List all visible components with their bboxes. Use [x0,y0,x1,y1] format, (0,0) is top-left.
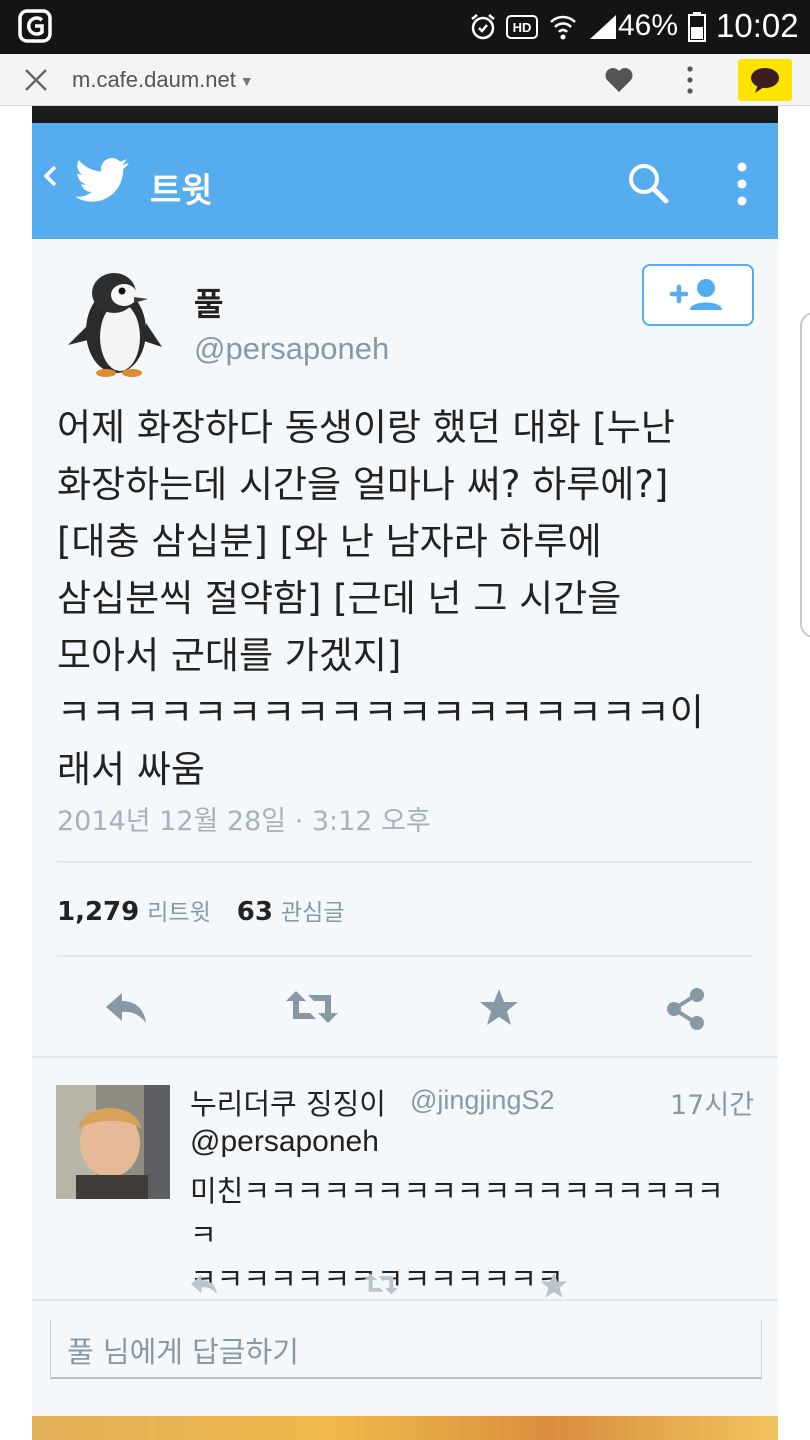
author-handle[interactable]: @persaponeh [194,331,389,367]
reply-line: ㅋㅋㅋㅋㅋㅋㅋㅋㅋㅋㅋㅋㅋㅋ [190,1262,564,1296]
status-icons: HD [470,10,618,44]
tweet-line: ㅋㅋㅋㅋㅋㅋㅋㅋㅋㅋㅋㅋㅋㅋㅋㅋㅋㅋ이 [57,691,704,734]
svg-text:HD: HD [513,20,532,35]
tweet-text: 어제 화장하다 동생이랑 했던 대화 [누난 화장하는데 시간을 얼마나 써? … [57,399,747,798]
tweet-stats: 1,279 리트윗 63 관심글 [57,893,370,927]
reply-timestamp: 17시간 [670,1090,755,1121]
reply-composer: 풀 님에게 답글하기 [32,1301,778,1411]
retweet-count[interactable]: 1,279 [57,897,139,927]
status-bar: HD 46% 10:02 [0,0,810,54]
tweet-screenshot: 트윗 풀 @persaponeh 어제 화장하다 동생이랑 했던 대화 [누난 … [32,106,778,1440]
inner-status-bar [32,106,778,123]
clock: 10:02 [716,7,799,44]
scroll-handle[interactable] [800,312,810,638]
alarm-icon [471,14,495,40]
battery-icon [688,12,706,42]
twitter-header: 트윗 [32,123,778,239]
tweet-actions [32,979,778,1039]
tweet-line: [대충 삼십분] [와 난 남자라 하루에 [57,520,602,563]
more-vert-icon[interactable] [680,64,700,96]
reply-mention[interactable]: @persaponeh [190,1125,379,1159]
reply-author-handle[interactable]: @jingjingS2 [410,1085,555,1116]
url-field[interactable]: m.cafe.daum.net ▼ [72,67,254,93]
back-chevron-icon[interactable] [42,161,58,191]
g-logo-icon [18,9,52,43]
reply-placeholder: 풀 님에게 답글하기 [67,1335,299,1369]
retweet-icon[interactable] [362,1271,400,1297]
overflow-menu-icon[interactable] [732,159,752,209]
heart-icon[interactable] [604,66,634,94]
signal-icon [590,15,616,39]
avatar[interactable] [62,263,166,379]
tweet-timestamp: 2014년 12월 28일 · 3:12 오후 [57,806,431,837]
favorite-star-icon[interactable] [539,1271,569,1299]
divider [32,1056,778,1058]
header-title: 트윗 [150,171,213,211]
tweet-line: 화장하는데 시간을 얼마나 써? 하루에?] [57,463,669,506]
tweet-line: 모아서 군대를 가겠지] [57,634,402,677]
close-icon[interactable] [22,66,50,94]
tweet-line: 어제 화장하다 동생이랑 했던 대화 [누난 [57,406,675,449]
ad-banner[interactable] [32,1416,778,1440]
twitter-bird-icon [76,158,129,202]
tweet-card: 풀 @persaponeh 어제 화장하다 동생이랑 했던 대화 [누난 화장하… [32,239,778,1059]
share-icon[interactable] [664,987,708,1031]
wifi-icon [550,15,576,40]
reply-line: 미친ㅋㅋㅋㅋㅋㅋㅋㅋㅋㅋㅋㅋㅋㅋㅋㅋㅋㅋㅋ [190,1174,724,1252]
reply-input[interactable]: 풀 님에게 답글하기 [50,1319,762,1379]
search-icon[interactable] [626,161,670,205]
divider [57,861,753,863]
reply-icon[interactable] [102,987,150,1027]
retweet-icon[interactable] [284,987,340,1027]
favorite-star-icon[interactable] [478,987,520,1027]
retweet-label: 리트윗 [147,900,211,926]
follow-user-icon [669,279,722,310]
battery-percent: 46% [618,9,679,42]
kakaotalk-icon [751,68,779,93]
author-name[interactable]: 풀 [194,279,223,325]
hd-icon: HD [506,15,538,39]
url-text: m.cafe.daum.net [72,67,236,92]
favorite-label: 관심글 [280,900,345,926]
reply-author-name[interactable]: 누리더쿠 징징이 [190,1081,386,1123]
kakaotalk-button[interactable] [738,59,792,101]
reply-icon[interactable] [188,1271,220,1297]
divider [57,955,753,957]
tweet-line: 삼십분씩 절약함] [근데 넌 그 시간을 [57,577,622,620]
reply-text: 미친ㅋㅋㅋㅋㅋㅋㅋㅋㅋㅋㅋㅋㅋㅋㅋㅋㅋㅋㅋ ㅋㅋㅋㅋㅋㅋㅋㅋㅋㅋㅋㅋㅋㅋ [190,1169,750,1301]
favorite-count[interactable]: 63 [237,897,273,927]
browser-url-bar: m.cafe.daum.net ▼ [0,54,810,106]
follow-button[interactable] [642,264,754,326]
dropdown-caret-icon: ▼ [239,73,254,90]
reply-avatar[interactable] [56,1085,170,1199]
reply-tweet[interactable]: 누리더쿠 징징이 @jingjingS2 17시간 @persaponeh 미친… [32,1061,778,1301]
tweet-line: 래서 싸움 [57,748,205,791]
